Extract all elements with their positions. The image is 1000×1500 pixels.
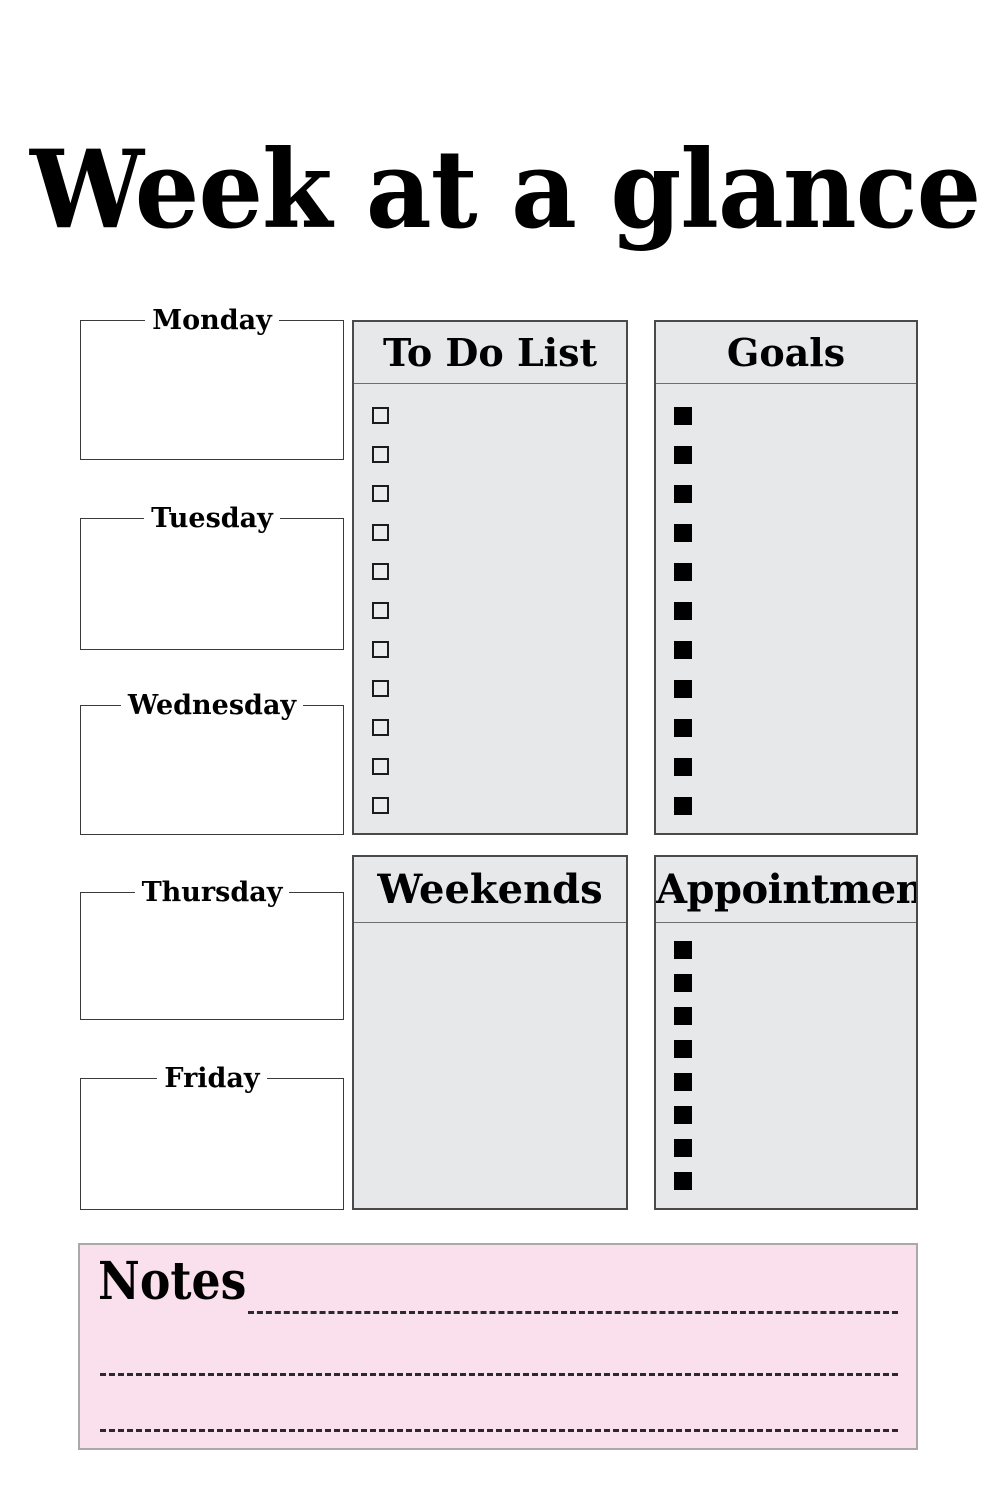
checkbox-icon[interactable] — [372, 563, 389, 580]
bullet-square-icon — [674, 445, 692, 464]
day-label-wednesday: Wednesday — [120, 689, 304, 722]
to-do-list-row[interactable] — [354, 552, 626, 591]
notes-line — [248, 1311, 898, 1314]
appointment-items[interactable] — [656, 933, 916, 1197]
bullet-square-icon — [674, 640, 692, 659]
day-label-friday: Friday — [157, 1062, 267, 1095]
to-do-list-row[interactable] — [354, 669, 626, 708]
bullet-square-icon — [674, 406, 692, 425]
day-box-tuesday[interactable]: Tuesday — [80, 502, 344, 650]
day-label-thursday: Thursday — [134, 876, 290, 909]
bullet-square-icon — [674, 718, 692, 737]
goals-row[interactable] — [656, 669, 916, 708]
to-do-list-body[interactable] — [354, 384, 626, 833]
day-label-container: Tuesday — [81, 502, 343, 535]
checkbox-icon[interactable] — [372, 446, 389, 463]
appointment-header: Appointment — [656, 857, 916, 923]
day-label-monday: Monday — [145, 304, 279, 337]
to-do-list-row[interactable] — [354, 513, 626, 552]
checkbox-icon[interactable] — [372, 524, 389, 541]
appointment-row[interactable] — [656, 1065, 916, 1098]
bullet-square-icon — [674, 562, 692, 581]
bullet-square-icon — [674, 973, 692, 992]
appointment-row[interactable] — [656, 1164, 916, 1197]
to-do-list-items[interactable] — [354, 396, 626, 825]
checkbox-icon[interactable] — [372, 485, 389, 502]
appointment-row[interactable] — [656, 1098, 916, 1131]
bullet-square-icon — [674, 1072, 692, 1091]
goals-row[interactable] — [656, 552, 916, 591]
day-label-tuesday: Tuesday — [144, 502, 280, 535]
goals-body[interactable] — [656, 384, 916, 833]
goals-row[interactable] — [656, 435, 916, 474]
to-do-list-row[interactable] — [354, 591, 626, 630]
day-label-container: Wednesday — [81, 689, 343, 722]
goals-row[interactable] — [656, 513, 916, 552]
day-label-container: Monday — [81, 304, 343, 337]
panel-appointment[interactable]: Appointment — [654, 855, 918, 1210]
to-do-list-row[interactable] — [354, 630, 626, 669]
notes-panel[interactable]: Notes — [78, 1243, 918, 1450]
page-title: Week at a glance — [30, 127, 981, 253]
goals-items[interactable] — [656, 396, 916, 825]
goals-header: Goals — [656, 322, 916, 384]
appointment-row[interactable] — [656, 1131, 916, 1164]
to-do-list-row[interactable] — [354, 474, 626, 513]
appointment-row[interactable] — [656, 1032, 916, 1065]
notes-line — [100, 1429, 898, 1432]
bullet-square-icon — [674, 523, 692, 542]
bullet-square-icon — [674, 757, 692, 776]
day-box-friday[interactable]: Friday — [80, 1062, 344, 1210]
checkbox-icon[interactable] — [372, 602, 389, 619]
bullet-square-icon — [674, 796, 692, 815]
bullet-square-icon — [674, 1105, 692, 1124]
to-do-list-row[interactable] — [354, 396, 626, 435]
bullet-square-icon — [674, 1006, 692, 1025]
goals-row[interactable] — [656, 591, 916, 630]
checkbox-icon[interactable] — [372, 797, 389, 814]
day-box-thursday[interactable]: Thursday — [80, 876, 344, 1020]
bullet-square-icon — [674, 679, 692, 698]
to-do-list-row[interactable] — [354, 708, 626, 747]
bullet-square-icon — [674, 1171, 692, 1190]
goals-row[interactable] — [656, 396, 916, 435]
to-do-list-row[interactable] — [354, 747, 626, 786]
panel-weekends[interactable]: Weekends — [352, 855, 628, 1210]
day-box-wednesday[interactable]: Wednesday — [80, 689, 344, 835]
bullet-square-icon — [674, 940, 692, 959]
goals-row[interactable] — [656, 786, 916, 825]
notes-title: Notes — [98, 1251, 247, 1312]
appointment-row[interactable] — [656, 966, 916, 999]
appointment-row[interactable] — [656, 999, 916, 1032]
to-do-list-header: To Do List — [354, 322, 626, 384]
weekends-header: Weekends — [354, 857, 626, 923]
bullet-square-icon — [674, 484, 692, 503]
notes-line — [100, 1373, 898, 1376]
panel-goals[interactable]: Goals — [654, 320, 918, 835]
panel-to-do-list[interactable]: To Do List — [352, 320, 628, 835]
goals-row[interactable] — [656, 474, 916, 513]
goals-row[interactable] — [656, 708, 916, 747]
checkbox-icon[interactable] — [372, 758, 389, 775]
bullet-square-icon — [674, 1138, 692, 1157]
checkbox-icon[interactable] — [372, 641, 389, 658]
weekends-body[interactable] — [354, 923, 626, 1208]
day-label-container: Thursday — [81, 876, 343, 909]
bullet-square-icon — [674, 1039, 692, 1058]
checkbox-icon[interactable] — [372, 680, 389, 697]
day-label-container: Friday — [81, 1062, 343, 1095]
goals-row[interactable] — [656, 630, 916, 669]
checkbox-icon[interactable] — [372, 407, 389, 424]
appointment-body[interactable] — [656, 923, 916, 1208]
bullet-square-icon — [674, 601, 692, 620]
to-do-list-row[interactable] — [354, 786, 626, 825]
checkbox-icon[interactable] — [372, 719, 389, 736]
to-do-list-row[interactable] — [354, 435, 626, 474]
goals-row[interactable] — [656, 747, 916, 786]
appointment-row[interactable] — [656, 933, 916, 966]
day-box-monday[interactable]: Monday — [80, 304, 344, 460]
